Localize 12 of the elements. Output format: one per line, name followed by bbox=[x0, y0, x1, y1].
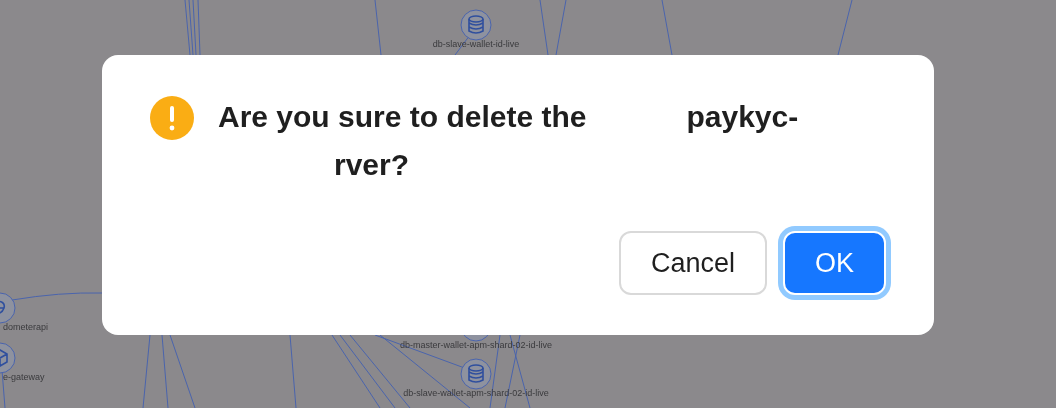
node-label: db-slave-wallet-apm-shard-02-id-live bbox=[403, 388, 549, 398]
node-label: dometerapi bbox=[3, 322, 49, 332]
node-label: e-gateway bbox=[3, 372, 45, 382]
database-icon[interactable] bbox=[460, 9, 492, 41]
node-label: db-master-wallet-apm-shard-02-id-live bbox=[400, 340, 552, 350]
cancel-button[interactable]: Cancel bbox=[618, 231, 767, 295]
database-icon[interactable] bbox=[460, 358, 492, 390]
warning-icon bbox=[150, 96, 194, 140]
deleted-name-fragment: paykyc- bbox=[686, 99, 799, 135]
node-label: db-slave-wallet-id-live bbox=[432, 39, 520, 49]
dialog-message: Are you sure to delete the bbox=[218, 99, 587, 135]
deleted-name-fragment: rver? bbox=[334, 147, 410, 183]
